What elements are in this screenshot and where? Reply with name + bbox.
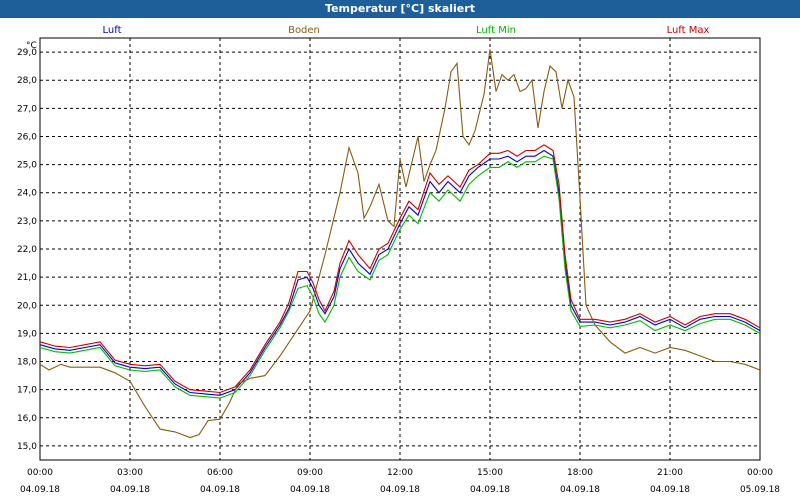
y-tick-label: 22,0: [17, 245, 37, 255]
x-tick-date-label: 04.09.18: [380, 485, 420, 495]
y-tick-label: 19,0: [17, 329, 37, 339]
x-tick-time-label: 21:00: [657, 468, 683, 478]
x-tick-date-label: 04.09.18: [110, 485, 150, 495]
x-tick-time-label: 12:00: [387, 468, 413, 478]
y-axis-ticks: 15,0 16,0 17,0 18,0 19,0 20,0 21,0 22,0 23,0 24,0…: [17, 48, 37, 452]
x-tick-date-label: 04.09.18: [290, 485, 330, 495]
x-tick-date-label: 04.09.18: [560, 485, 600, 495]
x-tick-date-label: 04.09.18: [20, 485, 60, 495]
y-tick-label: 27,0: [17, 104, 37, 114]
y-tick-label: 17,0: [17, 386, 37, 396]
y-tick-label: 21,0: [17, 273, 37, 283]
x-tick-date-label: 04.09.18: [200, 485, 240, 495]
grid: [40, 38, 760, 460]
x-tick-time-label: 18:00: [567, 468, 593, 478]
y-tick-label: 25,0: [17, 161, 37, 171]
y-tick-label: 20,0: [17, 301, 37, 311]
x-tick-date-label: 04.09.18: [470, 485, 510, 495]
legend-item-luft: Luft: [103, 25, 122, 36]
x-tick-time-label: 03:00: [117, 468, 143, 478]
legend-item-luft-min: Luft Min: [476, 25, 516, 36]
y-tick-label: 28,0: [17, 76, 37, 86]
y-tick-label: 29,0: [17, 48, 37, 58]
y-tick-label: 26,0: [17, 132, 37, 142]
legend: Luft Boden Luft Min Luft Max: [103, 25, 710, 36]
chart-title: Temperatur [°C] skaliert: [0, 0, 800, 18]
y-tick-label: 23,0: [17, 217, 37, 227]
x-axis-ticks: 00:00 04.09.18 03:00 04.09.18 06:00 04.09.18 0…: [20, 468, 780, 495]
legend-item-boden: Boden: [288, 25, 320, 36]
x-tick-time-label: 00:00: [27, 468, 53, 478]
y-tick-label: 16,0: [17, 414, 37, 424]
legend-item-luft-max: Luft Max: [667, 25, 710, 36]
x-tick-date-label: 04.09.18: [650, 485, 690, 495]
x-tick-time-label: 00:00: [747, 468, 773, 478]
x-tick-time-label: 06:00: [207, 468, 233, 478]
x-tick-date-label: 05.09.18: [740, 485, 780, 495]
temperature-chart: Luft Boden Luft Min Luft Max °C 15,016,017,…: [17, 25, 780, 495]
x-tick-time-label: 09:00: [297, 468, 323, 478]
y-tick-label: 18,0: [17, 358, 37, 368]
y-tick-label: 15,0: [17, 442, 37, 452]
y-tick-label: 24,0: [17, 189, 37, 199]
x-tick-time-label: 15:00: [477, 468, 503, 478]
